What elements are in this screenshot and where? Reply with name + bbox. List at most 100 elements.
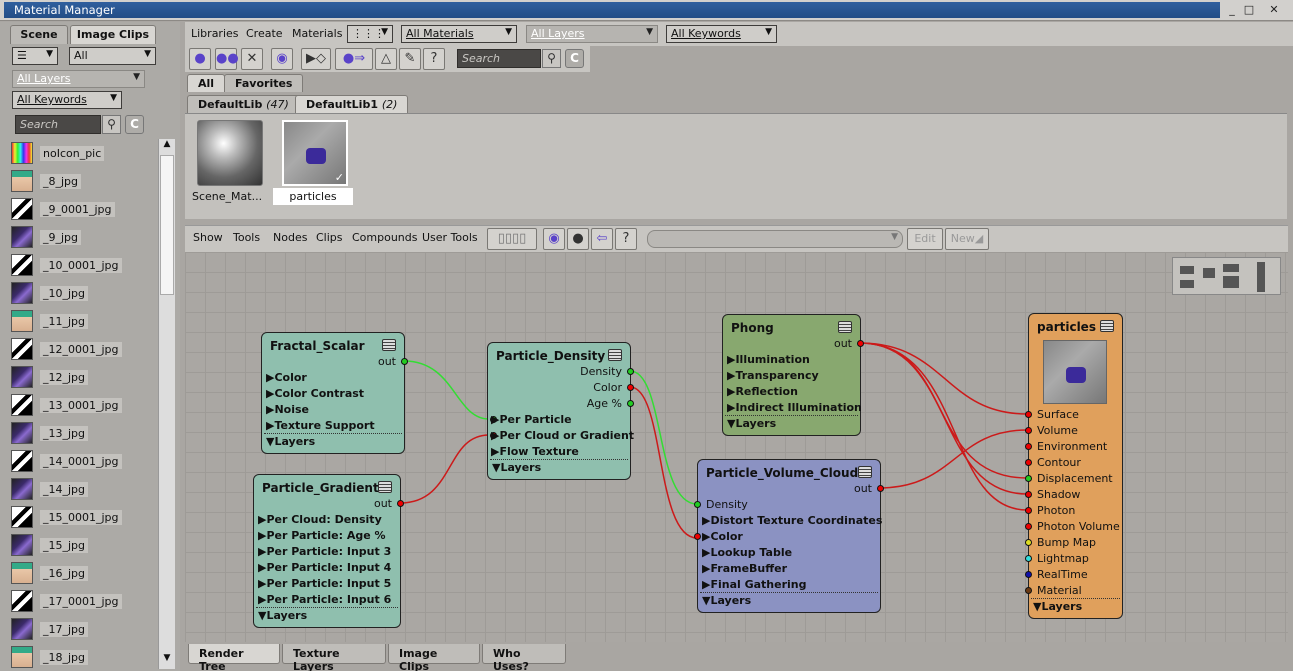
clear-material-search-button[interactable]: C — [565, 49, 584, 68]
param-final-gathering[interactable]: ▶Final Gathering — [702, 578, 807, 591]
param-per-particle-age[interactable]: ▶Per Particle: Age % — [258, 529, 386, 542]
node-menu-icon[interactable] — [858, 466, 872, 478]
help-icon[interactable]: ? — [423, 48, 445, 70]
param-per-particle-input-6[interactable]: ▶Per Particle: Input 6 — [258, 593, 391, 606]
clear-search-button[interactable]: C — [125, 115, 144, 134]
menu-libraries[interactable]: Libraries — [191, 27, 239, 40]
fractal-scalar-node[interactable]: Fractal_Scalar out ▶Color ▶Color Contras… — [261, 332, 408, 454]
list-item[interactable]: _12_0001_jpg — [8, 336, 158, 364]
param-framebuffer[interactable]: ▶FrameBuffer — [702, 562, 787, 575]
input-port[interactable] — [1025, 555, 1032, 562]
color-output-port[interactable] — [627, 384, 634, 391]
list-item[interactable]: _11_jpg — [8, 308, 158, 336]
maximize-button[interactable]: □ — [1241, 3, 1257, 18]
param-per-particle-input-4[interactable]: ▶Per Particle: Input 4 — [258, 561, 391, 574]
age-output-port[interactable] — [627, 400, 634, 407]
param-distort-texture-coordinates[interactable]: ▶Distort Texture Coordinates — [702, 514, 882, 527]
input-port[interactable] — [1025, 539, 1032, 546]
input-port[interactable] — [1025, 571, 1032, 578]
list-item[interactable]: _13_0001_jpg — [8, 392, 158, 420]
param-indirect-illumination[interactable]: ▶Indirect Illumination — [727, 401, 862, 414]
tab-favorites[interactable]: Favorites — [224, 74, 304, 92]
graph-navigator[interactable] — [1172, 257, 1281, 295]
param-per-particle-input-5[interactable]: ▶Per Particle: Input 5 — [258, 577, 391, 590]
input-port[interactable] — [1025, 475, 1032, 482]
menu-clips[interactable]: Clips — [316, 231, 343, 244]
list-item[interactable]: _15_0001_jpg — [8, 504, 158, 532]
tab-image-clips[interactable]: Image Clips — [70, 25, 156, 44]
assign-material-icon[interactable]: ▶◇ — [301, 48, 331, 70]
tab-image-clips-bottom[interactable]: Image Clips — [388, 644, 480, 671]
list-item[interactable]: _12_jpg — [8, 364, 158, 392]
output-port[interactable] — [877, 485, 884, 492]
input-port[interactable] — [1025, 491, 1032, 498]
scene-material-thumbnail[interactable] — [197, 120, 263, 186]
list-item[interactable]: _14_0001_jpg — [8, 448, 158, 476]
render-tree-graph[interactable]: Fractal_Scalar out ▶Color ▶Color Contras… — [185, 252, 1288, 642]
search-icon[interactable]: ⚲ — [542, 49, 561, 68]
back-arrow-icon[interactable]: ⇦ — [591, 228, 613, 250]
particle-density-node[interactable]: Particle_Density Density Color Age % ▶Pe… — [487, 342, 634, 480]
layers-combo[interactable]: All Layers ▼ — [12, 70, 145, 88]
input-port[interactable] — [1025, 523, 1032, 530]
keywords-combo[interactable]: All Keywords ▼ — [12, 91, 122, 109]
menu-compounds[interactable]: Compounds — [352, 231, 418, 244]
tools-icon[interactable]: ✎ — [399, 48, 421, 70]
param-flow-texture[interactable]: ▶Flow Texture — [491, 445, 579, 458]
list-item[interactable]: _9_jpg — [8, 224, 158, 252]
input-port[interactable] — [1025, 507, 1032, 514]
materials-filter-combo[interactable]: All Materials ▼ — [401, 25, 517, 43]
material-layers-combo[interactable]: All Layers ▼ — [526, 25, 658, 43]
edit-button[interactable]: Edit — [907, 228, 943, 250]
list-item[interactable]: noIcon_pic — [8, 140, 158, 168]
grid-view-combo[interactable]: ⋮⋮⋮ ▼ — [347, 25, 393, 43]
phong-node[interactable]: Phong out ▶Illumination ▶Transparency ▶R… — [722, 314, 864, 436]
input-port[interactable] — [1025, 443, 1032, 450]
param-per-particle-input-3[interactable]: ▶Per Particle: Input 3 — [258, 545, 391, 558]
list-item[interactable]: _17_jpg — [8, 616, 158, 644]
param-transparency[interactable]: ▶Transparency — [727, 369, 819, 382]
list-item[interactable]: _10_jpg — [8, 280, 158, 308]
particles-material-node[interactable]: particles Surface Volume Environment Contou… — [1025, 313, 1123, 619]
node-menu-icon[interactable] — [608, 349, 622, 361]
param-per-particle[interactable]: ▶Per Particle — [491, 413, 572, 426]
param-noise[interactable]: ▶Noise — [266, 403, 309, 416]
list-view-combo[interactable]: ☰ ▼ — [12, 47, 58, 65]
node-menu-icon[interactable] — [378, 481, 392, 493]
node-layers[interactable]: ▼Layers — [702, 594, 751, 607]
list-item[interactable]: _9_0001_jpg — [8, 196, 158, 224]
particles-material-thumbnail[interactable]: ✓ — [282, 120, 348, 186]
scroll-down-icon[interactable]: ▼ — [159, 653, 175, 667]
density-output-port[interactable] — [627, 368, 634, 375]
scene-material-label[interactable]: Scene_Mat... — [188, 188, 266, 205]
list-item[interactable]: _15_jpg — [8, 532, 158, 560]
node-layers[interactable]: ▼Layers — [727, 417, 776, 430]
param-lookup-table[interactable]: ▶Lookup Table — [702, 546, 792, 559]
menu-user-tools[interactable]: User Tools — [422, 231, 478, 244]
tab-defaultlib1[interactable]: DefaultLib1 (2) — [295, 95, 409, 113]
menu-tools[interactable]: Tools — [233, 231, 260, 244]
mix-material-icon[interactable]: △ — [375, 48, 397, 70]
tab-scene[interactable]: Scene — [10, 25, 68, 44]
scrollbar-thumb[interactable] — [160, 155, 174, 295]
node-menu-icon[interactable] — [838, 321, 852, 333]
param-per-cloud-density[interactable]: ▶Per Cloud: Density — [258, 513, 382, 526]
output-port[interactable] — [401, 358, 408, 365]
output-port[interactable] — [397, 500, 404, 507]
input-port[interactable] — [1025, 427, 1032, 434]
tab-who-uses[interactable]: Who Uses? — [482, 644, 566, 671]
list-scrollbar[interactable]: ▲ ▼ — [158, 139, 175, 669]
list-item[interactable]: _10_0001_jpg — [8, 252, 158, 280]
list-item[interactable]: _14_jpg — [8, 476, 158, 504]
list-item[interactable]: _13_jpg — [8, 420, 158, 448]
node-layers[interactable]: ▼Layers — [492, 461, 541, 474]
list-item[interactable]: _8_jpg — [8, 168, 158, 196]
param-reflection[interactable]: ▶Reflection — [727, 385, 798, 398]
menu-create[interactable]: Create — [246, 27, 283, 40]
node-path-combo[interactable]: ▼ — [647, 230, 903, 248]
param-illumination[interactable]: ▶Illumination — [727, 353, 810, 366]
param-color-contrast[interactable]: ▶Color Contrast — [266, 387, 364, 400]
search-input[interactable]: Search — [15, 115, 101, 134]
transfer-material-icon[interactable]: ●⇒ — [335, 48, 373, 70]
param-texture-support[interactable]: ▶Texture Support — [266, 419, 375, 432]
